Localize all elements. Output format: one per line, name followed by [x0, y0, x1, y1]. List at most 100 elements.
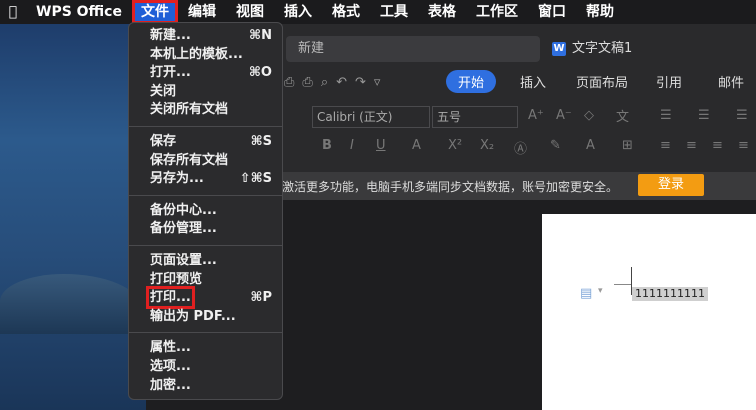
file-menu-item-label: 属性... — [150, 340, 191, 356]
italic-icon[interactable]: I — [350, 138, 354, 153]
file-menu-item-label: 本机上的模板... — [150, 46, 243, 62]
ribbon-tab-insert[interactable]: 插入 — [520, 72, 546, 91]
file-menu-item-label: 备份管理... — [150, 221, 217, 237]
ribbon-tab-mail[interactable]: 邮件 — [718, 72, 744, 91]
tab-new[interactable]: 新建 — [286, 36, 540, 62]
file-menu-item-label: 加密... — [150, 377, 191, 393]
menu-separator — [129, 244, 282, 246]
file-menu-item[interactable]: 加密... — [129, 377, 282, 396]
file-menu-item[interactable]: 打印预览 — [129, 271, 282, 290]
superscript-icon[interactable]: X² — [448, 138, 462, 153]
file-menu-item[interactable]: 输出为 PDF... — [129, 308, 282, 327]
align-left-icon[interactable]: ≡ — [660, 138, 671, 153]
font-size-select[interactable]: 五号 — [432, 106, 518, 128]
subscript-icon[interactable]: X₂ — [480, 138, 494, 153]
file-menu-item-shortcut: ⌘N — [249, 28, 272, 43]
file-menu-item[interactable]: 打开... ⌘O — [129, 64, 282, 83]
font-effect-icon[interactable]: A — [412, 138, 421, 153]
file-menu-item-label: 关闭所有文档 — [150, 102, 229, 118]
file-menu-item-label: 新建... — [150, 28, 191, 43]
ribbon-tab-layout[interactable]: 页面布局 — [576, 72, 628, 91]
numbered-list-icon[interactable]: ☰ — [698, 108, 710, 123]
file-menu-item[interactable]: 另存为... ⇧⌘S — [129, 170, 282, 189]
file-menu-item-label: 打印预览 — [150, 271, 203, 287]
file-menu-item-label: 页面设置... — [150, 252, 217, 268]
file-menu-item[interactable]: 选项... — [129, 358, 282, 377]
menu-tools[interactable]: 工具 — [370, 0, 418, 24]
paragraph-handle-icon[interactable]: ▤ — [580, 286, 592, 301]
file-menu-item-label: 输出为 PDF... — [150, 308, 236, 324]
shrink-font-icon[interactable]: A⁻ — [556, 108, 572, 123]
ribbon-tab-references[interactable]: 引用 — [656, 72, 682, 91]
file-menu-item-label: 保存所有文档 — [150, 152, 229, 168]
align-right-icon[interactable]: ≡ — [712, 138, 723, 153]
font-color-icon[interactable]: A — [586, 138, 595, 153]
wps-writer-icon: W — [552, 42, 566, 56]
file-menu-item-shortcut: ⌘P — [250, 290, 272, 306]
file-menu-item[interactable]: 保存 ⌘S — [129, 133, 282, 152]
file-menu-item[interactable]: 打印... ⌘P — [129, 286, 282, 310]
file-menu-item[interactable]: 备份管理... — [129, 220, 282, 239]
print-preview-icon[interactable]: ⌕ — [321, 75, 328, 90]
file-menu-item[interactable]: 本机上的模板... — [129, 46, 282, 65]
highlight-color-icon[interactable]: ✎ — [550, 138, 561, 153]
menu-table[interactable]: 表格 — [418, 0, 466, 24]
grow-font-icon[interactable]: A⁺ — [528, 108, 544, 123]
menu-workspace[interactable]: 工作区 — [466, 0, 528, 24]
file-menu-item-shortcut: ⌘O — [248, 65, 272, 81]
file-menu-item[interactable]: 新建... ⌘N — [129, 27, 282, 46]
chevron-down-icon[interactable]: ▾ — [598, 286, 603, 296]
file-menu-item-label: 另存为... — [150, 171, 204, 187]
file-menu-item[interactable]: 备份中心... — [129, 202, 282, 221]
bold-icon[interactable]: B — [322, 138, 332, 153]
file-menu-item[interactable]: 关闭 — [129, 83, 282, 102]
bullet-list-icon[interactable]: ☰ — [660, 108, 672, 123]
file-menu-item-label: 关闭 — [150, 83, 177, 99]
file-menu-item[interactable]: 属性... — [129, 339, 282, 358]
apple-menu-icon[interactable]:  — [0, 4, 26, 20]
align-center-icon[interactable]: ≡ — [686, 138, 697, 153]
menu-edit[interactable]: 编辑 — [178, 0, 226, 24]
char-border-icon[interactable]: ⊞ — [622, 138, 633, 153]
font-name-select[interactable]: Calibri (正文) — [312, 106, 430, 128]
document-text[interactable]: 1111111111 — [632, 287, 708, 301]
tab-document[interactable]: W 文字文稿1 — [552, 36, 756, 62]
underline-icon[interactable]: U — [376, 138, 386, 153]
export-pdf-icon[interactable]: ⎙ — [284, 75, 294, 90]
more-dropdown-icon[interactable]: ▿ — [374, 75, 381, 90]
undo-icon[interactable]: ↶ — [336, 75, 347, 90]
redo-icon[interactable]: ↷ — [355, 75, 366, 90]
menu-separator — [129, 125, 282, 127]
menu-format[interactable]: 格式 — [322, 0, 370, 24]
justify-icon[interactable]: ≡ — [738, 138, 749, 153]
desktop-wallpaper — [0, 24, 146, 410]
ribbon-tab-home[interactable]: 开始 — [446, 70, 497, 93]
app-name-menu[interactable]: WPS Office — [26, 0, 132, 24]
print-icon[interactable]: ⎙ — [302, 75, 312, 90]
indent-icon[interactable]: ☰ — [736, 108, 748, 123]
menu-separator — [129, 332, 282, 334]
file-menu-item[interactable]: 页面设置... — [129, 252, 282, 271]
notice-text: 激活更多功能，电脑手机多端同步文档数据，账号加密更安全。 — [282, 179, 619, 194]
clear-format-icon[interactable]: ◇ — [584, 108, 594, 123]
pinyin-icon[interactable]: 文 — [616, 106, 629, 125]
file-menu-item-label: 选项... — [150, 358, 191, 374]
tab-document-label: 文字文稿1 — [572, 41, 633, 56]
file-menu-item[interactable]: 保存所有文档 — [129, 152, 282, 171]
document-page[interactable]: ▤ ▾ 1111111111 — [542, 214, 756, 410]
login-button[interactable]: 登录 — [638, 174, 704, 196]
menu-help[interactable]: 帮助 — [576, 0, 624, 24]
margin-marker — [614, 284, 632, 285]
file-menu-item[interactable]: 关闭所有文档 — [129, 101, 282, 120]
file-menu-item-label: 打开... — [150, 65, 191, 81]
file-menu-item-label: 备份中心... — [150, 202, 217, 218]
file-menu-item-label: 打印... — [146, 286, 195, 310]
menu-window[interactable]: 窗口 — [528, 0, 576, 24]
menu-insert[interactable]: 插入 — [274, 0, 322, 24]
file-menu-item-label: 保存 — [150, 133, 177, 149]
menu-file[interactable]: 文件 — [131, 0, 178, 24]
wallpaper-island — [0, 274, 140, 334]
text-effect-icon[interactable]: Ⓐ — [514, 138, 527, 157]
menu-view[interactable]: 视图 — [226, 0, 274, 24]
menu-separator — [129, 194, 282, 196]
